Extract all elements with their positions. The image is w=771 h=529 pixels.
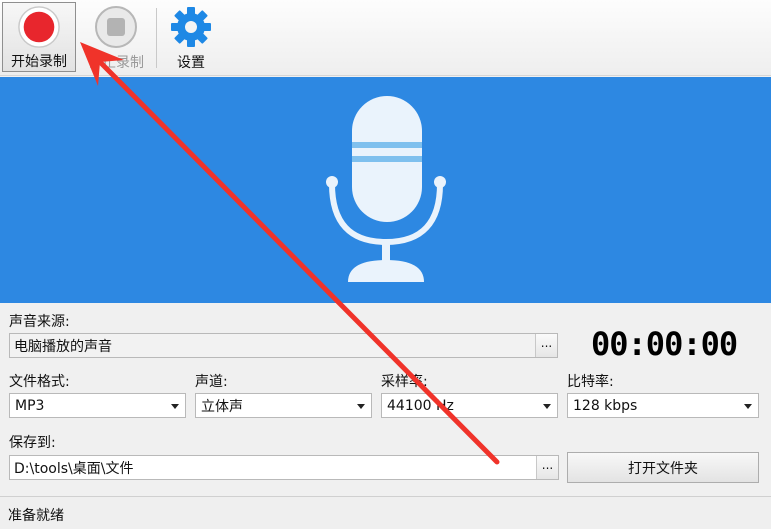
record-icon: [18, 6, 60, 48]
status-bar: 准备就绪: [0, 496, 771, 529]
bitrate-value: 128 kbps: [573, 397, 638, 414]
chevron-down-icon: [171, 404, 179, 409]
save-path-value: D:\tools\桌面\文件: [14, 460, 134, 477]
toolbar-separator: [156, 8, 157, 68]
sample-rate-label: 采样率:: [381, 374, 428, 390]
source-value: 电脑播放的声音: [14, 338, 112, 355]
settings-label: 设置: [177, 55, 205, 71]
stop-recording-button[interactable]: 停止录制: [80, 2, 152, 72]
stop-icon: [95, 6, 137, 48]
source-field[interactable]: 电脑播放的声音 ...: [9, 333, 558, 358]
bitrate-select[interactable]: 128 kbps: [567, 393, 759, 418]
toolbar: 开始录制 停止录制 设置: [0, 0, 771, 76]
channel-select[interactable]: 立体声: [195, 393, 372, 418]
chevron-down-icon: [744, 404, 752, 409]
sample-rate-value: 44100 Hz: [387, 397, 454, 414]
chevron-down-icon: [543, 404, 551, 409]
start-recording-label: 开始录制: [11, 54, 67, 70]
source-label: 声音来源:: [9, 314, 70, 330]
save-browse-button[interactable]: ...: [536, 456, 558, 479]
bitrate-label: 比特率:: [567, 374, 614, 390]
sample-rate-select[interactable]: 44100 Hz: [381, 393, 558, 418]
microphone-icon: [326, 96, 446, 282]
start-recording-button[interactable]: 开始录制: [2, 2, 76, 72]
stop-recording-label: 停止录制: [88, 55, 144, 71]
save-label: 保存到:: [9, 435, 56, 451]
format-value: MP3: [15, 397, 45, 414]
timer-display: 00:00:00: [591, 325, 738, 363]
status-text: 准备就绪: [8, 508, 64, 524]
format-label: 文件格式:: [9, 374, 70, 390]
channel-label: 声道:: [195, 374, 228, 390]
channel-value: 立体声: [201, 398, 243, 415]
source-browse-button[interactable]: ...: [535, 334, 557, 357]
format-select[interactable]: MP3: [9, 393, 186, 418]
settings-button[interactable]: 设置: [160, 2, 222, 72]
gear-icon: [171, 7, 211, 47]
open-folder-button[interactable]: 打开文件夹: [567, 452, 759, 483]
chevron-down-icon: [357, 404, 365, 409]
save-path-input[interactable]: D:\tools\桌面\文件 ...: [9, 455, 559, 480]
